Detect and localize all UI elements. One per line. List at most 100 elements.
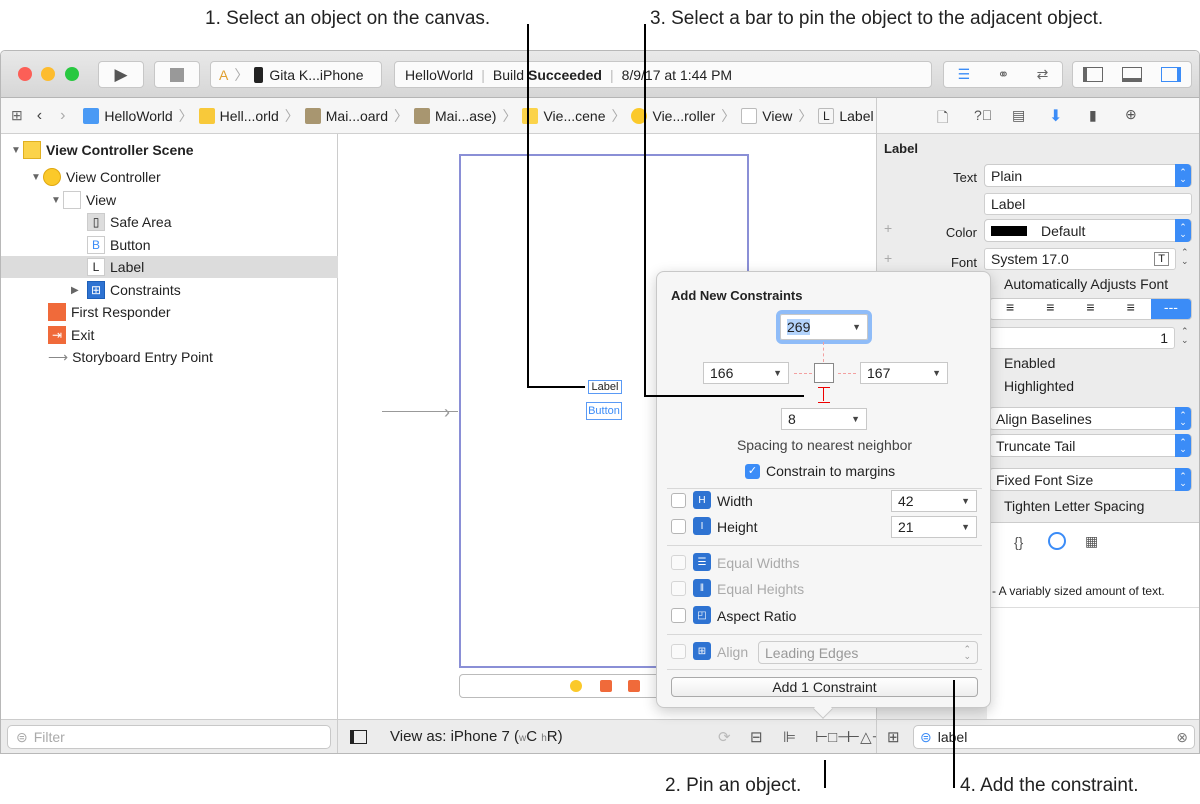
top-spacing-dropdown[interactable]: 269 ▼: [776, 310, 872, 344]
zoom-button[interactable]: [65, 67, 79, 81]
tree-item-first-responder[interactable]: First Responder: [1, 301, 338, 323]
tree-item-view-controller[interactable]: ▼ View Controller: [1, 166, 338, 188]
disclosure-icon[interactable]: ▼: [11, 145, 23, 156]
equal-heights-checkbox[interactable]: [671, 581, 686, 596]
canvas-button[interactable]: Button: [586, 402, 622, 420]
breadcrumb-storyboard[interactable]: Mai...oard: [304, 107, 388, 124]
disclosure-icon[interactable]: ▶: [71, 285, 87, 296]
size-inspector-icon[interactable]: ▮: [1089, 107, 1097, 124]
related-items-icon[interactable]: ⊞: [11, 107, 23, 124]
tree-item-constraints[interactable]: ▶ ⊞ Constraints: [1, 279, 338, 301]
height-dropdown[interactable]: 21 ▼: [891, 516, 977, 538]
filter-input[interactable]: ⊜ Filter: [7, 725, 331, 749]
back-icon[interactable]: ‹: [37, 107, 42, 125]
minimize-button[interactable]: [41, 67, 55, 81]
file-inspector-icon[interactable]: 🗋: [937, 107, 948, 131]
left-constraint-bar[interactable]: [794, 373, 812, 374]
inspector-toggle-icon[interactable]: [1161, 67, 1182, 82]
width-checkbox[interactable]: [671, 493, 686, 508]
lines-stepper[interactable]: ⌃ ⌄: [1181, 327, 1189, 345]
view-as-button[interactable]: View as: iPhone 7 (wC hR): [390, 728, 563, 745]
auto-adjust-checkbox-label[interactable]: Automatically Adjusts Font: [1004, 276, 1168, 292]
right-spacing-dropdown[interactable]: 167 ▼: [860, 362, 948, 384]
breadcrumb-storyboard-base[interactable]: Mai...ase): [414, 107, 496, 124]
first-responder-icon[interactable]: [600, 680, 612, 692]
tree-item-button[interactable]: B Button: [1, 234, 338, 256]
equal-widths-checkbox[interactable]: [671, 555, 686, 570]
media-library-icon[interactable]: ▦: [1085, 533, 1098, 550]
pin-icon[interactable]: ⊢□⊣: [815, 728, 850, 746]
assistant-editor-icon[interactable]: ⚭: [998, 66, 1010, 83]
align-icon[interactable]: ⊫: [783, 728, 796, 746]
color-popup[interactable]: Default ⌃ ⌄: [984, 219, 1192, 242]
exit-icon[interactable]: [628, 680, 640, 692]
align-left-icon[interactable]: ≡: [990, 299, 1030, 319]
bottom-constraint-bar-selected[interactable]: [818, 387, 830, 403]
color-label: Color: [945, 225, 977, 240]
identity-inspector-icon[interactable]: ▤: [1012, 107, 1025, 124]
align-natural-segment[interactable]: ---: [1150, 299, 1191, 319]
bottom-spacing-dropdown[interactable]: 8 ▼: [781, 408, 867, 430]
forward-icon[interactable]: ›: [60, 107, 65, 125]
height-checkbox[interactable]: [671, 519, 686, 534]
update-frames-icon[interactable]: ⟳: [718, 728, 731, 746]
breadcrumb-project[interactable]: HelloWorld: [83, 107, 173, 124]
embed-in-stack-icon[interactable]: ⊟: [750, 728, 763, 746]
grid-view-icon[interactable]: ⊞: [887, 728, 900, 746]
help-inspector-icon[interactable]: ?⃝: [974, 107, 992, 123]
code-snippet-icon[interactable]: {}: [1014, 534, 1023, 550]
tighten-checkbox-label[interactable]: Tighten Letter Spacing: [1004, 498, 1144, 514]
breadcrumb-folder[interactable]: Hell...orld: [198, 107, 279, 124]
tree-item-label-selected[interactable]: L Label: [1, 256, 338, 278]
tree-item-safe-area[interactable]: ▯ Safe Area: [1, 211, 338, 233]
stop-button[interactable]: [154, 61, 200, 88]
attributes-inspector-icon[interactable]: ⬇: [1049, 106, 1062, 126]
left-spacing-dropdown[interactable]: 166 ▼: [703, 362, 789, 384]
breadcrumb-scene[interactable]: Vie...cene: [522, 107, 605, 124]
version-editor-icon[interactable]: ⇄: [1037, 66, 1049, 83]
view-controller-icon[interactable]: [570, 680, 582, 692]
right-constraint-bar[interactable]: [838, 373, 856, 374]
align-checkbox[interactable]: [671, 644, 686, 659]
disclosure-icon[interactable]: ▼: [31, 172, 43, 183]
autoshrink-popup[interactable]: Fixed Font Size ⌃ ⌄: [989, 468, 1192, 491]
canvas-label[interactable]: Label: [588, 380, 622, 394]
font-picker-icon[interactable]: T: [1154, 252, 1169, 266]
object-library-icon[interactable]: [1048, 532, 1066, 550]
constrain-margins-checkbox[interactable]: ✓ Constrain to margins: [745, 463, 895, 479]
align-center-icon[interactable]: ≡: [1030, 299, 1070, 319]
lines-field[interactable]: 1: [989, 327, 1175, 349]
tree-item-exit[interactable]: ⇥ Exit: [1, 324, 338, 346]
standard-editor-icon[interactable]: ☰: [958, 66, 971, 83]
tree-item-entry-point[interactable]: ⟶ Storyboard Entry Point: [1, 346, 338, 368]
breadcrumb-label[interactable]: L Label: [818, 107, 874, 124]
scheme-selector[interactable]: A 〉 Gita K...iPhone: [210, 61, 382, 88]
aspect-ratio-checkbox[interactable]: [671, 608, 686, 623]
library-search-input[interactable]: ⊜label⊗: [913, 725, 1195, 749]
outline-toggle-icon[interactable]: [350, 730, 367, 744]
breadcrumb-view[interactable]: View: [741, 107, 792, 124]
align-type-popup[interactable]: Leading Edges ⌃ ⌄: [758, 641, 978, 664]
font-field[interactable]: System 17.0 T: [984, 248, 1176, 270]
label-text-field[interactable]: Label: [984, 193, 1192, 215]
add-constraint-button[interactable]: Add 1 Constraint: [671, 677, 978, 697]
font-stepper[interactable]: ⌃ ⌄: [1181, 248, 1189, 266]
run-button[interactable]: ▶: [98, 61, 144, 88]
line-break-popup[interactable]: Truncate Tail ⌃ ⌄: [989, 434, 1192, 457]
highlighted-checkbox-label[interactable]: Highlighted: [1004, 378, 1074, 394]
width-dropdown[interactable]: 42 ▼: [891, 490, 977, 512]
debug-toggle-icon[interactable]: [1121, 67, 1142, 82]
align-justify-icon[interactable]: ≡: [1111, 299, 1151, 319]
close-button[interactable]: [18, 67, 32, 81]
connections-inspector-icon[interactable]: ⊕: [1125, 106, 1137, 123]
tree-item-view[interactable]: ▼ View: [1, 189, 338, 211]
tree-item-scene[interactable]: ▼ View Controller Scene: [1, 139, 338, 161]
enabled-checkbox-label[interactable]: Enabled: [1004, 355, 1055, 371]
top-constraint-bar[interactable]: [823, 342, 824, 362]
baseline-popup[interactable]: Align Baselines ⌃ ⌄: [989, 407, 1192, 430]
disclosure-icon[interactable]: ▼: [51, 195, 63, 206]
clear-search-icon[interactable]: ⊗: [1176, 729, 1188, 746]
navigator-toggle-icon[interactable]: [1082, 67, 1103, 82]
text-type-popup[interactable]: Plain ⌃ ⌄: [984, 164, 1192, 187]
align-right-icon[interactable]: ≡: [1070, 299, 1110, 319]
